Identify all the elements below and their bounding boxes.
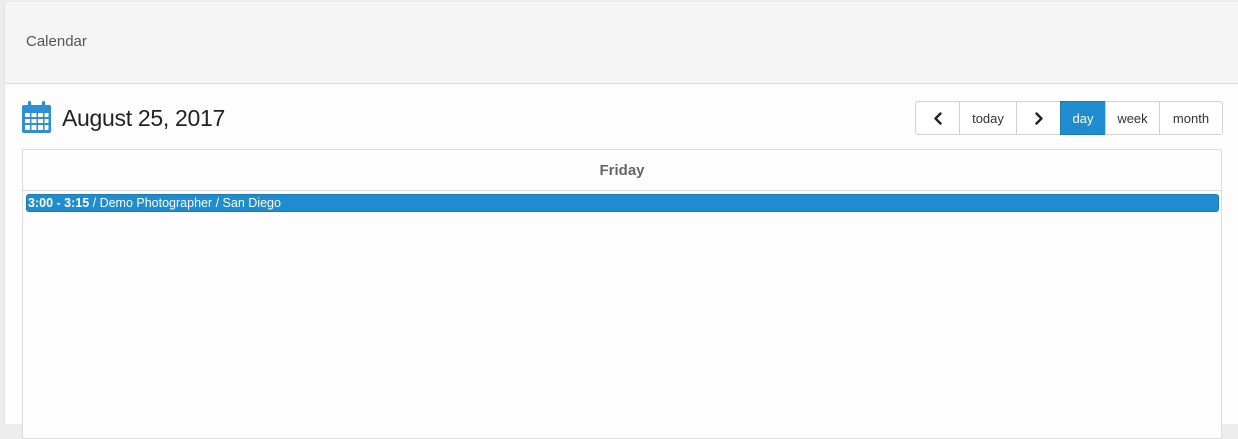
day-view-button[interactable]: day [1060,101,1106,135]
day-column-header: Friday [23,150,1221,191]
calendar-nav-buttons: today day week month [915,101,1223,135]
prev-button[interactable] [915,101,960,135]
calendar-panel: Calendar August 25, 2017 today day week … [4,2,1238,439]
calendar-icon [22,101,51,133]
next-button[interactable] [1016,101,1061,135]
day-view-grid: Friday 3:00 - 3:15 / Demo Photographer /… [22,149,1222,439]
event-title: / Demo Photographer / San Diego [89,196,281,210]
event-time: 3:00 - 3:15 [28,196,90,210]
panel-title: Calendar [26,33,87,50]
panel-header: Calendar [5,2,1238,84]
today-button[interactable]: today [959,101,1017,135]
chevron-right-icon [1034,111,1043,125]
week-view-button[interactable]: week [1105,101,1160,135]
month-view-button[interactable]: month [1159,101,1223,135]
chevron-left-icon [933,111,942,125]
calendar-toolbar: August 25, 2017 today day week month [5,84,1238,150]
current-date-title: August 25, 2017 [62,105,226,131]
calendar-event[interactable]: 3:00 - 3:15 / Demo Photographer / San Di… [26,194,1219,212]
